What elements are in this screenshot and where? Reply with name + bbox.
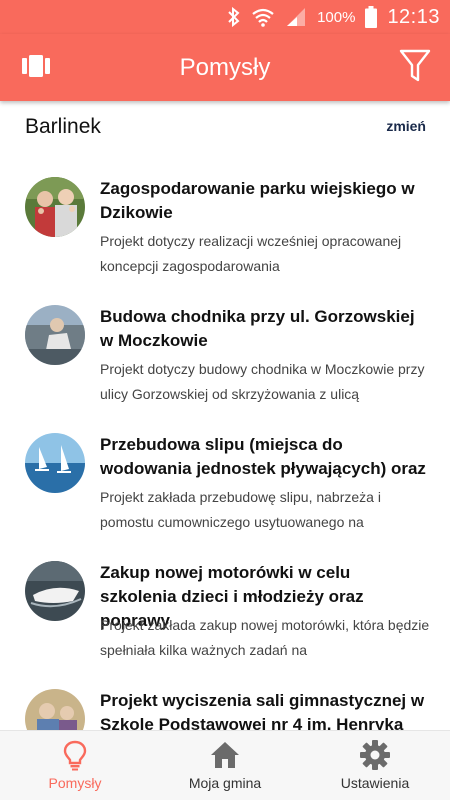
list-item[interactable]: Przebudowa slipu (miejsca do wodowania j… — [0, 423, 450, 551]
app-bar: Pomysły — [0, 34, 450, 101]
nav-item-my-municipality[interactable]: Moja gmina — [150, 731, 300, 800]
battery-percent: 100% — [317, 8, 356, 26]
location-name: Barlinek — [25, 115, 101, 138]
ideas-content: Barlinek zmień Zagospodarowanie parku wi… — [0, 101, 450, 730]
list-item[interactable]: Zagospodarowanie parku wiejskiego w Dzik… — [0, 167, 450, 295]
idea-title: Projekt wyciszenia sali gimnastycznej w … — [100, 691, 425, 730]
change-location-link[interactable]: zmień — [386, 118, 426, 134]
idea-thumbnail — [25, 305, 85, 365]
list-item[interactable]: Zakup nowej motorówki w celu szkolenia d… — [0, 551, 450, 679]
clock: 12:13 — [387, 5, 440, 28]
idea-description: Projekt zakłada przebudowę slipu, nabrze… — [100, 489, 381, 530]
idea-title: Budowa chodnika przy ul. Gorzowskiej w M… — [100, 307, 415, 350]
location-row: Barlinek zmień — [0, 101, 450, 153]
nav-item-settings[interactable]: Ustawienia — [300, 731, 450, 800]
idea-title: Zagospodarowanie parku wiejskiego w Dzik… — [100, 179, 415, 222]
gear-icon — [360, 739, 390, 771]
nav-label: Moja gmina — [188, 775, 262, 791]
idea-thumbnail — [25, 689, 85, 730]
signal-icon — [285, 7, 307, 27]
idea-thumbnail — [25, 561, 85, 621]
idea-description: Projekt dotyczy budowy chodnika w Moczko… — [100, 361, 425, 402]
status-bar: 100% 12:13 — [0, 0, 450, 34]
nav-item-ideas[interactable]: Pomysły — [0, 731, 150, 800]
cards-icon[interactable] — [22, 54, 50, 78]
idea-title: Przebudowa slipu (miejsca do wodowania j… — [100, 435, 426, 478]
wifi-icon — [251, 7, 275, 27]
idea-thumbnail — [25, 433, 85, 493]
filter-icon[interactable] — [398, 48, 432, 84]
list-item[interactable]: Budowa chodnika przy ul. Gorzowskiej w M… — [0, 295, 450, 423]
battery-icon — [365, 6, 378, 28]
lightbulb-icon — [60, 739, 90, 771]
idea-thumbnail — [25, 177, 85, 237]
idea-description: Projekt zakłada zakup nowej motorówki, k… — [100, 617, 430, 658]
ideas-list: Zagospodarowanie parku wiejskiego w Dzik… — [0, 167, 450, 730]
bottom-navigation: Pomysły Moja gmina Ustawienia — [0, 730, 450, 800]
nav-label: Pomysły — [48, 775, 102, 791]
bluetooth-icon — [227, 7, 241, 27]
home-icon — [210, 739, 240, 771]
page-title: Pomysły — [179, 53, 271, 81]
list-item[interactable]: Projekt wyciszenia sali gimnastycznej w … — [0, 679, 450, 730]
nav-label: Ustawienia — [340, 775, 410, 791]
idea-description: Projekt dotyczy realizacji wcześniej opr… — [100, 233, 402, 274]
